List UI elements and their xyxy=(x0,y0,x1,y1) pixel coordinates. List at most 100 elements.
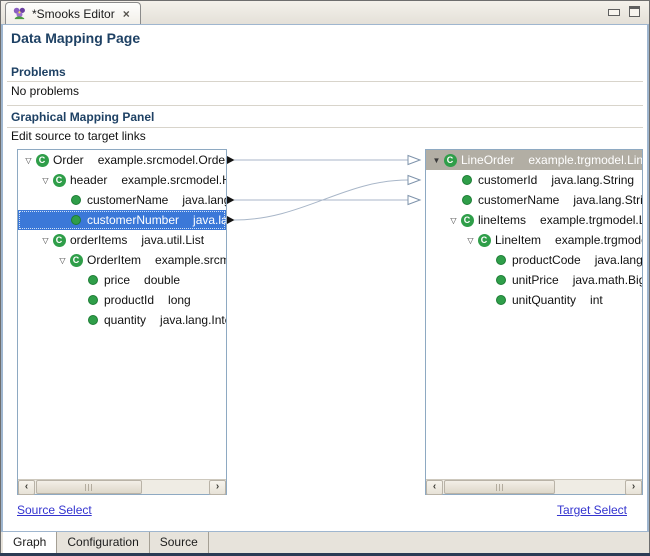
tree-node-customerId[interactable]: customerIdjava.lang.String xyxy=(426,170,642,190)
node-name: unitPrice xyxy=(512,273,559,287)
target-arrow-icon xyxy=(408,176,420,185)
target-arrow-icon xyxy=(408,156,420,165)
tree-node-productId[interactable]: productId long xyxy=(18,290,226,310)
editor-tab-smooks[interactable]: *Smooks Editor × xyxy=(5,2,141,24)
node-type: java.math.BigDecimal xyxy=(573,273,642,287)
node-type: java.lang.String xyxy=(595,253,642,267)
tree-node-OrderItem[interactable]: ▽C OrderItem example.srcmodel.OrderItem xyxy=(18,250,226,270)
source-horizontal-scrollbar[interactable]: ‹ › xyxy=(18,479,226,494)
expand-arrow-icon[interactable]: ▽ xyxy=(56,256,69,265)
tab-configuration[interactable]: Configuration xyxy=(57,532,149,554)
tree-node-Order[interactable]: ▽C Order example.srcmodel.Order xyxy=(18,150,226,170)
tree-node-header[interactable]: ▽Cheaderexample.srcmodel.Header xyxy=(18,170,226,190)
node-name: Order xyxy=(53,153,84,167)
node-type: example.trgmodel.LineItem xyxy=(555,233,642,247)
mapping-subtitle: Edit source to target links xyxy=(11,129,146,143)
scroll-left-icon[interactable]: ‹ xyxy=(426,480,443,495)
node-type: example.trgmodel.LineItem xyxy=(540,213,642,227)
tree-node-quantity[interactable]: quantity java.lang.Integer xyxy=(18,310,226,330)
source-tree-panel: ▽COrderexample.srcmodel.Order▽Cheaderexa… xyxy=(17,149,227,495)
data-mapping-form: Data Mapping Page Problems No problems G… xyxy=(1,24,649,531)
maximize-view-icon[interactable] xyxy=(629,6,640,17)
node-name: productCode xyxy=(512,253,581,267)
tree-node-customerNumber[interactable]: customerNumber java.lang.String xyxy=(18,210,226,230)
class-icon: C xyxy=(35,154,49,167)
node-name: lineItems xyxy=(478,213,526,227)
node-type: long xyxy=(168,293,191,307)
class-icon: C xyxy=(443,154,457,167)
expand-arrow-icon[interactable]: ▼ xyxy=(430,156,443,165)
target-tree-panel: ▼CLineOrderexample.trgmodel.LineOrdercus… xyxy=(425,149,643,495)
tree-node-unitQuantity[interactable]: unitQuantityint xyxy=(426,290,642,310)
expand-arrow-icon[interactable]: ▽ xyxy=(464,236,477,245)
node-name: customerNumber xyxy=(87,213,179,227)
mapping-Order-to-LineOrder[interactable] xyxy=(227,156,420,165)
source-tree: ▽COrderexample.srcmodel.Order▽Cheaderexa… xyxy=(18,150,226,479)
target-select-link[interactable]: Target Select xyxy=(557,503,627,517)
node-type: java.lang.String xyxy=(573,193,642,207)
close-icon[interactable]: × xyxy=(123,7,130,21)
mapping-line[interactable] xyxy=(234,180,408,220)
class-icon: C xyxy=(69,254,83,267)
node-type: java.lang.String xyxy=(551,173,634,187)
tree-node-price[interactable]: pricedouble xyxy=(18,270,226,290)
tree-node-orderItems[interactable]: ▽CorderItems java.util.List xyxy=(18,230,226,250)
class-icon: C xyxy=(460,214,474,227)
node-name: LineItem xyxy=(495,233,541,247)
smooks-editor-window: *Smooks Editor × Data Mapping Page Probl… xyxy=(0,0,650,554)
scrollbar-thumb[interactable] xyxy=(444,480,555,494)
problems-section-header: Problems xyxy=(11,65,66,79)
scroll-left-icon[interactable]: ‹ xyxy=(18,480,35,495)
tree-node-productCode[interactable]: productCode java.lang.String xyxy=(426,250,642,270)
node-name: OrderItem xyxy=(87,253,141,267)
scrollbar-track[interactable] xyxy=(443,480,625,494)
node-name: productId xyxy=(104,293,154,307)
tree-node-lineItems[interactable]: ▽ClineItems example.trgmodel.LineItem xyxy=(426,210,642,230)
tab-graph[interactable]: Graph xyxy=(3,532,57,554)
field-icon xyxy=(86,295,100,305)
node-type: example.srcmodel.Header xyxy=(121,173,226,187)
field-icon xyxy=(494,275,508,285)
minimize-view-icon[interactable] xyxy=(608,9,620,16)
expand-arrow-icon[interactable]: ▽ xyxy=(39,236,52,245)
scroll-right-icon[interactable]: › xyxy=(625,480,642,495)
expand-arrow-icon[interactable]: ▽ xyxy=(22,156,35,165)
mapping-customerNumber-to-customerId[interactable] xyxy=(227,176,420,225)
node-name: quantity xyxy=(104,313,146,327)
tab-source[interactable]: Source xyxy=(150,532,209,554)
tree-node-customerName[interactable]: customerNamejava.lang.String xyxy=(426,190,642,210)
class-icon: C xyxy=(52,234,66,247)
node-type: example.srcmodel.OrderItem xyxy=(155,253,226,267)
node-type: example.srcmodel.Order xyxy=(98,153,226,167)
node-name: customerName xyxy=(87,193,168,207)
field-icon xyxy=(460,175,474,185)
target-horizontal-scrollbar[interactable]: ‹ › xyxy=(426,479,642,494)
node-type: java.lang.String xyxy=(193,213,226,227)
page-tab-bar: Graph Configuration Source xyxy=(1,531,649,554)
field-icon xyxy=(86,315,100,325)
node-name: LineOrder xyxy=(461,153,514,167)
tree-node-LineOrder[interactable]: ▼CLineOrderexample.trgmodel.LineOrder xyxy=(426,150,642,170)
node-name: orderItems xyxy=(70,233,127,247)
node-type: java.lang.String xyxy=(182,193,226,207)
separator xyxy=(7,127,643,128)
scrollbar-grip-icon xyxy=(85,484,93,491)
field-icon xyxy=(494,295,508,305)
expand-arrow-icon[interactable]: ▽ xyxy=(39,176,52,185)
scrollbar-track[interactable] xyxy=(35,480,209,494)
tree-node-customerName[interactable]: customerName java.lang.String xyxy=(18,190,226,210)
node-type: java.lang.Integer xyxy=(160,313,226,327)
target-arrow-icon xyxy=(408,196,420,205)
field-icon xyxy=(69,195,83,205)
page-title: Data Mapping Page xyxy=(11,30,140,46)
expand-arrow-icon[interactable]: ▽ xyxy=(447,216,460,225)
scroll-right-icon[interactable]: › xyxy=(209,480,226,495)
node-type: java.util.List xyxy=(141,233,204,247)
source-select-link[interactable]: Source Select xyxy=(17,503,92,517)
tree-node-unitPrice[interactable]: unitPrice java.math.BigDecimal xyxy=(426,270,642,290)
tree-node-LineItem[interactable]: ▽CLineItemexample.trgmodel.LineItem xyxy=(426,230,642,250)
node-type: int xyxy=(590,293,603,307)
mapping-customerName-to-customerName[interactable] xyxy=(227,196,420,205)
scrollbar-thumb[interactable] xyxy=(36,480,142,494)
editor-tab-title: *Smooks Editor xyxy=(32,7,115,21)
